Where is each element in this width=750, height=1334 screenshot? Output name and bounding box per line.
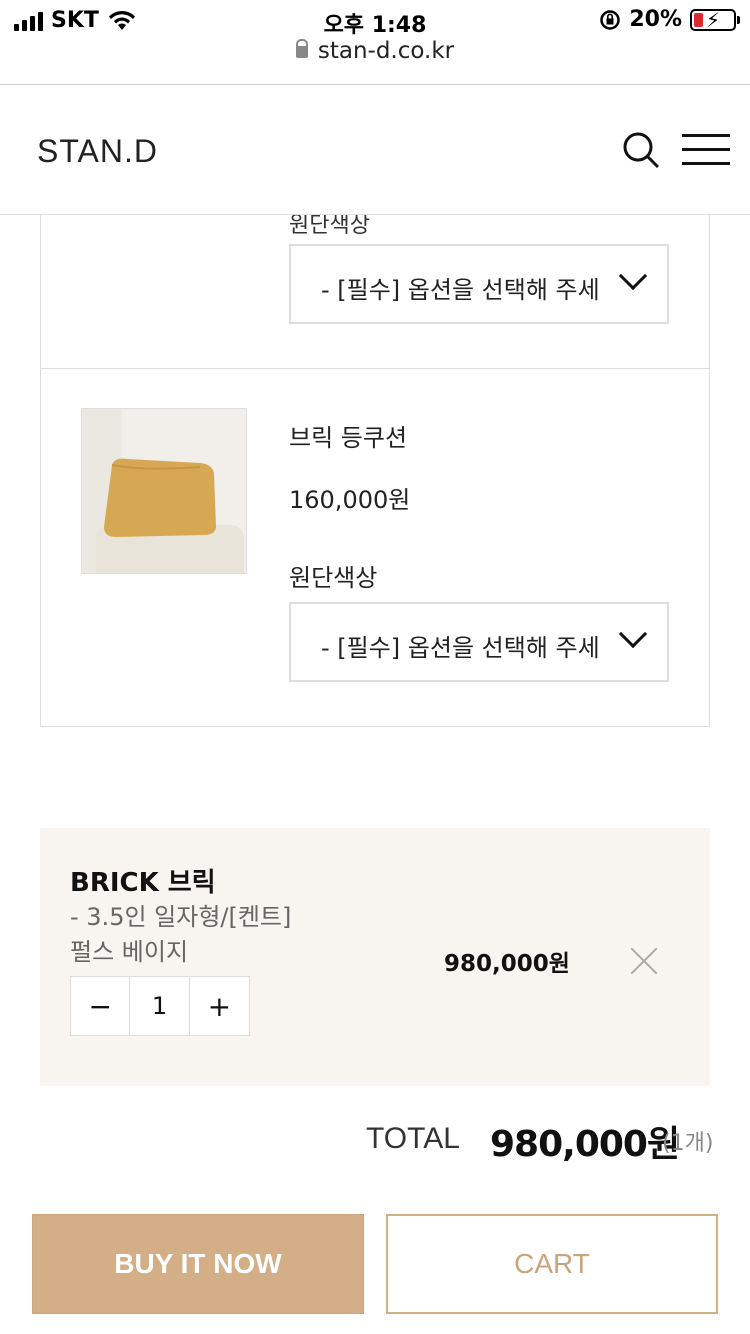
buy-now-button[interactable]: BUY IT NOW [32, 1214, 364, 1314]
select-placeholder: - [필수] 옵션을 선택해 주세 [321, 634, 600, 662]
add-to-cart-button[interactable]: CART [386, 1214, 718, 1314]
url-text: stan-d.co.kr [317, 38, 455, 64]
chevron-down-icon [618, 261, 648, 291]
total-count: (1개) [662, 1131, 714, 1156]
selected-item: BRICK 브릭 - 3.5인 일자형/[켄트] 펄스 베이지 − 1 + 98… [40, 828, 710, 1086]
status-right: 20% ⚡ [599, 7, 740, 32]
close-icon[interactable] [630, 947, 658, 975]
item-option: - 3.5인 일자형/[켄트] 펄스 베이지 [70, 903, 292, 966]
option-select-2[interactable]: - [필수] 옵션을 선택해 주세 [289, 602, 669, 682]
option-label: 원단색상 [289, 564, 378, 592]
chevron-down-icon [618, 619, 648, 649]
product-price: 160,000원 [289, 486, 411, 514]
total-label: TOTAL [366, 1122, 460, 1155]
hamburger-menu-icon[interactable] [682, 134, 730, 166]
url-bar[interactable]: stan-d.co.kr [0, 38, 750, 84]
status-bar: SKT 오후 1:48 20% ⚡ [0, 0, 750, 40]
site-header: STAN.D [0, 85, 750, 215]
quantity-stepper: − 1 + [70, 976, 250, 1036]
battery-percent: 20% [629, 7, 682, 32]
product-name: 브릭 등쿠션 [289, 424, 408, 452]
increase-button[interactable]: + [190, 977, 249, 1035]
panel-divider [41, 368, 709, 369]
item-price: 980,000원 [444, 951, 570, 977]
cushion-image [82, 409, 246, 573]
option-select-1[interactable]: - [필수] 옵션을 선택해 주세 [289, 244, 669, 324]
quantity-input[interactable]: 1 [130, 977, 190, 1035]
select-placeholder: - [필수] 옵션을 선택해 주세 [321, 276, 600, 304]
search-icon[interactable] [622, 131, 660, 169]
orientation-lock-icon [600, 9, 621, 30]
product-thumbnail[interactable] [81, 408, 247, 574]
site-logo[interactable]: STAN.D [37, 133, 158, 170]
battery-icon: ⚡ [690, 8, 740, 32]
option-panel: 원단색상 - [필수] 옵션을 선택해 주세 브릭 등쿠션 160,000원 원… [40, 213, 710, 727]
item-title: BRICK 브릭 [70, 868, 216, 898]
lock-icon [295, 39, 308, 58]
total-value: 980,000원 [490, 1124, 680, 1165]
decrease-button[interactable]: − [71, 977, 131, 1035]
